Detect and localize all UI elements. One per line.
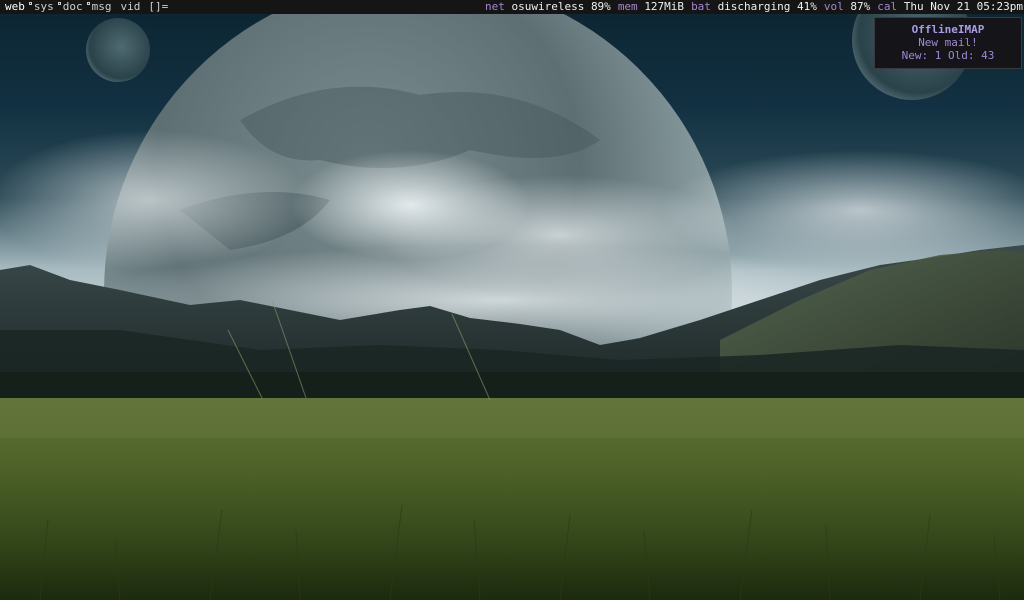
- notification-title: OfflineIMAP: [911, 23, 985, 36]
- vol-label: vol: [823, 0, 844, 13]
- status-bar: web sys doc msg vid []= net osuwireless …: [0, 0, 1024, 14]
- tag-label: vid: [120, 0, 141, 13]
- tag-list: web sys doc msg vid []=: [5, 0, 168, 14]
- cal-label: cal: [877, 0, 898, 13]
- status-area: net osuwireless 89% mem 127MiB bat disch…: [478, 0, 1023, 14]
- tag-msg[interactable]: msg: [86, 0, 116, 14]
- layout-indicator[interactable]: []=: [144, 0, 168, 14]
- tag-label: msg: [91, 0, 112, 13]
- bat-value: discharging 41%: [717, 0, 817, 13]
- mem-label: mem: [617, 0, 638, 13]
- net-label: net: [484, 0, 505, 13]
- tag-label: doc: [62, 0, 83, 13]
- tag-sys[interactable]: sys: [28, 0, 58, 14]
- battery-status: bat discharging 41%: [691, 0, 817, 14]
- bat-label: bat: [691, 0, 711, 13]
- mem-value: 127MiB: [644, 0, 685, 13]
- calendar-status: cal Thu Nov 21 05:23pm: [877, 0, 1023, 14]
- volume-status: vol 87%: [824, 0, 870, 14]
- wallpaper: [0, 0, 1024, 600]
- tag-web[interactable]: web: [5, 0, 29, 14]
- occupied-indicator-icon: [57, 2, 61, 5]
- occupied-indicator-icon: [86, 2, 90, 5]
- occupied-indicator-icon: [28, 2, 32, 5]
- memory-status: mem 127MiB: [618, 0, 684, 14]
- notification-message: New mail!: [918, 36, 978, 49]
- vol-value: 87%: [850, 0, 871, 13]
- notification-counts: New: 1 Old: 43: [901, 49, 995, 62]
- tag-label: sys: [33, 0, 54, 13]
- cal-value: Thu Nov 21 05:23pm: [903, 0, 1023, 13]
- net-value: osuwireless 89%: [511, 0, 611, 13]
- mail-notification[interactable]: OfflineIMAP New mail! New: 1 Old: 43: [874, 17, 1022, 69]
- tag-vid[interactable]: vid: [116, 0, 145, 14]
- network-status: net osuwireless 89%: [485, 0, 611, 14]
- desktop: web sys doc msg vid []= net osuwireless …: [0, 0, 1024, 600]
- tag-doc[interactable]: doc: [57, 0, 87, 14]
- tag-label: web: [5, 0, 25, 13]
